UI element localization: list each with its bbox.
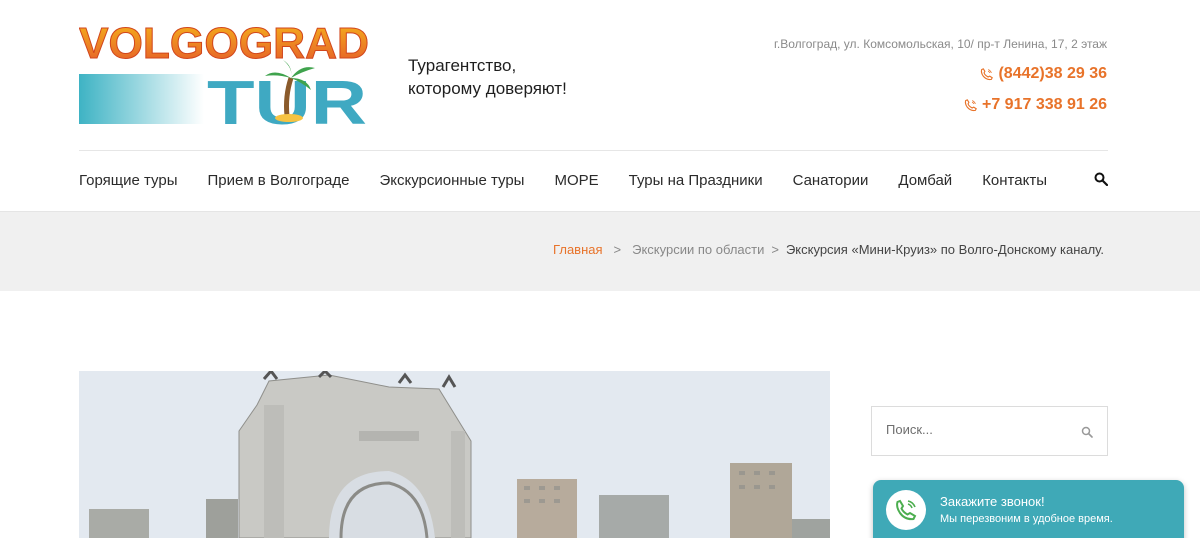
breadcrumb-separator: > (613, 242, 622, 257)
sidebar-search (871, 406, 1108, 456)
callback-title: Закажите звонок! (940, 494, 1045, 509)
breadcrumb-separator: > (771, 242, 779, 257)
nav-item-excursion-tours[interactable]: Экскурсионные туры (379, 172, 524, 189)
address: г.Волгоград, ул. Комсомольская, 10/ пр-т… (773, 37, 1107, 51)
search-icon[interactable] (1081, 426, 1093, 438)
tagline-line-2: которому доверяют! (408, 79, 567, 98)
phone-number-1: (8442)38 29 36 (998, 65, 1107, 82)
nav-item-holiday-tours[interactable]: Туры на Праздники (629, 172, 763, 189)
nav-divider (79, 150, 1108, 151)
phone-icon (886, 490, 926, 530)
breadcrumb-home[interactable]: Главная (553, 242, 602, 257)
tagline: Турагентство, которому доверяют! (408, 54, 567, 100)
phone-number-2: +7 917 338 91 26 (981, 96, 1107, 113)
excursion-photo (79, 371, 830, 538)
breadcrumb-band: Главная > Экскурсии по области > Экскурс… (0, 211, 1200, 291)
nav-item-hot-tours[interactable]: Горящие туры (79, 172, 177, 189)
phone-icon (964, 98, 977, 111)
tagline-line-1: Турагентство, (408, 56, 517, 75)
breadcrumb: Главная > Экскурсии по области > Экскурс… (553, 242, 1104, 257)
nav-item-dombay[interactable]: Домбай (898, 172, 952, 189)
phone-link-2[interactable]: +7 917 338 91 26 (964, 96, 1107, 114)
breadcrumb-current: Экскурсия «Мини-Круиз» по Волго-Донскому… (785, 242, 1104, 257)
nav-item-sanatoriums[interactable]: Санатории (793, 172, 869, 189)
logo-top-text: VOLGOGRAD (79, 19, 369, 68)
site-logo[interactable]: VOLGOGRAD TUR (79, 16, 371, 128)
main-nav: Горящие туры Прием в Волгограде Экскурси… (79, 172, 1047, 189)
phone-link-1[interactable]: (8442)38 29 36 (980, 65, 1107, 83)
callback-subtitle: Мы перезвоним в удобное время. (940, 513, 1113, 525)
phone-icon (981, 67, 994, 80)
breadcrumb-parent[interactable]: Экскурсии по области (632, 242, 764, 257)
nav-item-volgograd[interactable]: Прием в Волгограде (207, 172, 349, 189)
nav-item-contacts[interactable]: Контакты (982, 172, 1047, 189)
search-icon[interactable] (1094, 172, 1108, 186)
callback-widget[interactable]: Закажите звонок! Мы перезвоним в удобное… (873, 480, 1184, 538)
search-input[interactable] (886, 422, 1066, 437)
nav-item-sea[interactable]: МОРЕ (554, 172, 598, 189)
